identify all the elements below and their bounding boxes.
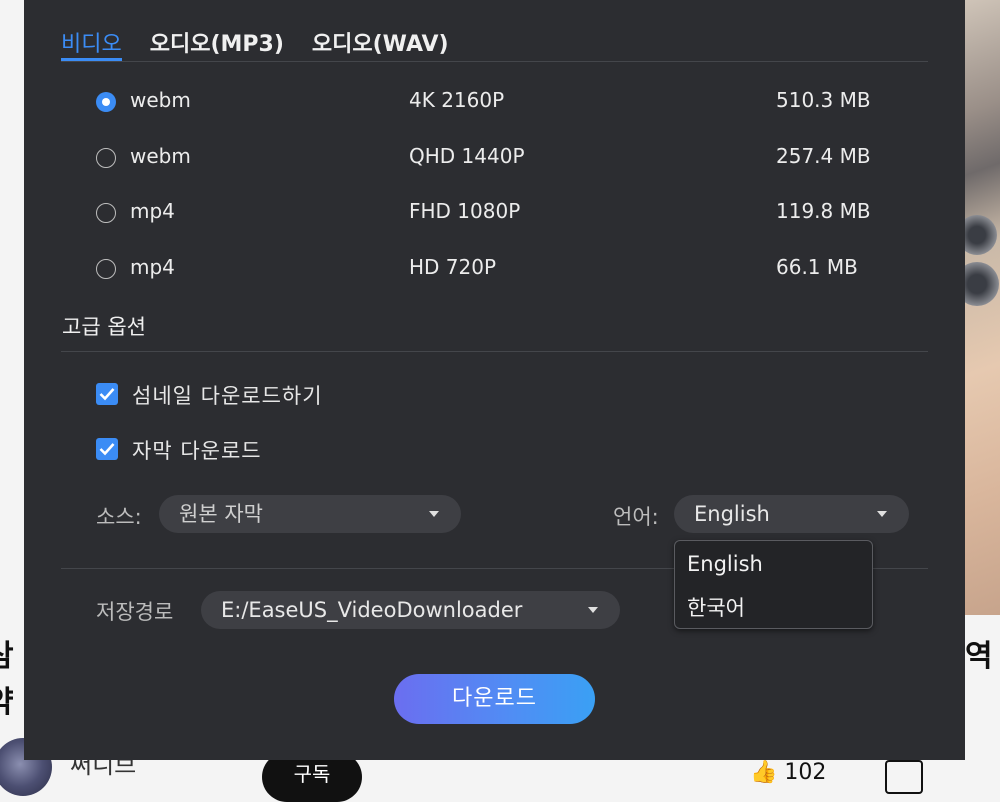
check-icon xyxy=(99,388,115,401)
radio-button[interactable] xyxy=(96,203,116,223)
format-resolution: FHD 1080P xyxy=(409,199,521,223)
format-resolution: 4K 2160P xyxy=(409,88,505,112)
download-options-dialog: 비디오 오디오(MP3) 오디오(WAV) webm 4K 2160P 510.… xyxy=(24,0,965,760)
format-size: 510.3 MB xyxy=(776,88,871,112)
tabs-divider xyxy=(61,61,928,62)
format-size: 66.1 MB xyxy=(776,255,858,279)
thumbnail-download-label: 섬네일 다운로드하기 xyxy=(132,384,323,408)
check-icon xyxy=(99,443,115,456)
subtitle-language-select[interactable]: English xyxy=(674,495,909,533)
like-count: 102 xyxy=(784,760,827,785)
subtitle-checkbox[interactable] xyxy=(96,438,118,460)
tab-video[interactable]: 비디오 xyxy=(61,24,122,62)
format-name: webm xyxy=(130,144,191,168)
download-button[interactable]: 다운로드 xyxy=(394,674,595,724)
advanced-options-title: 고급 옵션 xyxy=(62,315,146,339)
radio-button[interactable] xyxy=(96,92,116,112)
format-tabs: 비디오 오디오(MP3) 오디오(WAV) xyxy=(61,24,477,62)
radio-button[interactable] xyxy=(96,148,116,168)
chevron-down-icon xyxy=(588,607,598,613)
subtitle-source-select[interactable]: 원본 자막 xyxy=(159,495,461,533)
video-title-fragment-left-1: 삼 xyxy=(0,642,14,672)
radio-button[interactable] xyxy=(96,259,116,279)
format-name: mp4 xyxy=(130,255,175,279)
format-resolution: QHD 1440P xyxy=(409,144,525,168)
language-option-korean[interactable]: 한국어 xyxy=(687,592,745,622)
format-name: mp4 xyxy=(130,199,175,223)
dislike-button[interactable] xyxy=(885,760,923,794)
chevron-down-icon xyxy=(429,511,439,517)
tab-audio-wav[interactable]: 오디오(WAV) xyxy=(312,24,449,62)
advanced-divider xyxy=(61,351,928,352)
source-label: 소스: xyxy=(96,505,142,529)
format-size: 119.8 MB xyxy=(776,199,871,223)
format-name: webm xyxy=(130,88,191,112)
chevron-down-icon xyxy=(877,511,887,517)
thumbs-up-icon: 👍 xyxy=(750,760,778,785)
like-button[interactable]: 👍 102 xyxy=(750,760,826,785)
video-title-fragment-left-2: 약 xyxy=(0,688,14,718)
save-path-select[interactable]: E:/EaseUS_VideoDownloader xyxy=(201,591,620,629)
language-dropdown-menu: English 한국어 xyxy=(674,540,873,629)
subtitle-source-value: 원본 자막 xyxy=(179,502,263,526)
format-size: 257.4 MB xyxy=(776,144,871,168)
thumbnail-checkbox[interactable] xyxy=(96,383,118,405)
video-thumbnail[interactable] xyxy=(955,0,1000,615)
subtitle-language-value: English xyxy=(694,502,770,526)
language-option-english[interactable]: English xyxy=(687,552,763,576)
tab-audio-mp3[interactable]: 오디오(MP3) xyxy=(150,24,284,62)
save-path-value: E:/EaseUS_VideoDownloader xyxy=(221,598,523,622)
subtitle-download-label: 자막 다운로드 xyxy=(132,439,262,463)
save-path-label: 저장경로 xyxy=(96,600,174,624)
format-resolution: HD 720P xyxy=(409,255,497,279)
language-label: 언어: xyxy=(613,505,659,529)
video-title-fragment-right: 역 xyxy=(965,639,993,674)
